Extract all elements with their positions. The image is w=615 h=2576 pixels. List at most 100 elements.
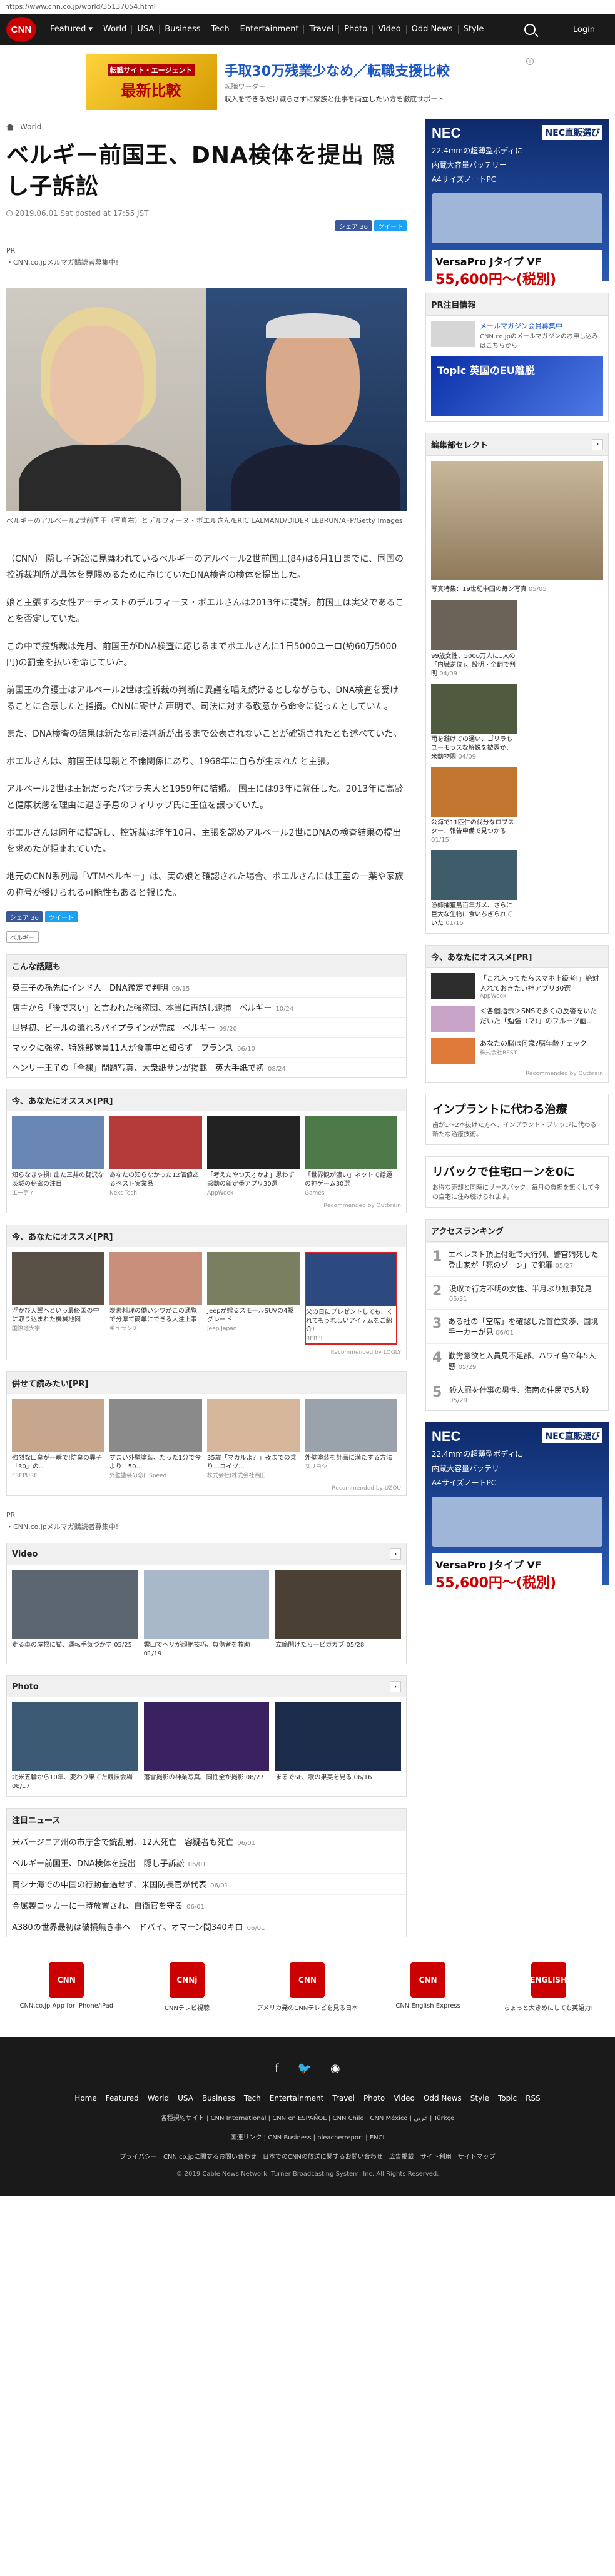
recommend-text[interactable]: 父の日にプレゼントしても、くれてもうれしいアイテムをご紹介!: [306, 1308, 396, 1335]
side-recommend-image[interactable]: [431, 1038, 475, 1064]
editor-item[interactable]: 公海で11匹仁の伐分なロブスター、報告申備で見つかる 01/15: [431, 767, 517, 845]
twitter-share-button[interactable]: ツイート: [44, 911, 78, 922]
news-text[interactable]: 南シナ海での中国の行動看過せず、米国防長官が代表: [12, 1881, 206, 1890]
app-logo[interactable]: CNN: [49, 1962, 84, 1998]
nec-ad-bottom[interactable]: NEC NEC直販選び 22.4mmの超薄型ボディに 内蔵大容量バッテリー A4…: [425, 1422, 609, 1595]
side-ad-title[interactable]: リバックで住宅ローンを0に: [432, 1163, 602, 1179]
app-logo[interactable]: CNN: [410, 1962, 446, 1998]
recommend-item[interactable]: あなたの知らなかった12価値あるベスト実業品 Next Tech: [109, 1116, 202, 1198]
footer-nav-photo[interactable]: Photo: [363, 2094, 385, 2103]
app-logo[interactable]: CNN: [290, 1962, 325, 1998]
nav-usa[interactable]: USA: [132, 25, 160, 34]
editor-text[interactable]: 漁師捕獲鳥百年ガメ、さらに巨大な生物に食いちぎられていた: [431, 902, 512, 927]
footer-nav-world[interactable]: World: [148, 2094, 169, 2103]
photo-text[interactable]: 北米五輪から10年、変わり果てた競技会場: [12, 1774, 133, 1781]
recommend-item[interactable]: 父の日にプレゼントしても、くれてもうれしいアイテムをご紹介! REBEL: [305, 1252, 397, 1345]
recommend-image[interactable]: [207, 1116, 300, 1169]
news-text[interactable]: ベルギー前国王、DNA検体を提出 隠し子訴訟: [12, 1859, 185, 1869]
chevron-right-icon[interactable]: ›: [390, 1681, 401, 1692]
news-text[interactable]: 金属製ロッカーに一時放置され、自衛官を守る: [12, 1902, 183, 1911]
recommend-image[interactable]: [305, 1399, 397, 1452]
search-icon[interactable]: [524, 24, 536, 35]
ad-text[interactable]: 手取30万残業少なめ／転職支援比較 転職ワーダー 収入をできるだけ減らさずに家族…: [217, 60, 530, 104]
facebook-icon[interactable]: f: [275, 2062, 278, 2075]
side-ad-title[interactable]: インプラントに代わる治療: [432, 1101, 602, 1117]
editor-image[interactable]: [431, 684, 517, 734]
recommend-item[interactable]: すまい外壁塗装、たった1分で今より「50… 外壁塗装の窓口Speed: [109, 1399, 202, 1480]
photo-thumbnail[interactable]: [275, 1702, 402, 1771]
recommend-text[interactable]: すまい外壁塗装、たった1分で今より「50…: [109, 1454, 202, 1472]
ad-headline[interactable]: 手取30万残業少なめ／転職支援比較: [225, 60, 530, 80]
app-text[interactable]: ちょっと大きめにしても英語力!: [504, 2005, 593, 2012]
footer-nav-style[interactable]: Style: [470, 2094, 489, 2103]
cnn-logo[interactable]: CNN: [6, 17, 36, 42]
editor-image[interactable]: [431, 600, 517, 650]
recommend-byline[interactable]: Recommended by UZOU: [7, 1485, 406, 1495]
recommend-image[interactable]: [207, 1399, 300, 1452]
rss-icon[interactable]: ◉: [330, 2062, 340, 2075]
ranking-text[interactable]: ある社の「空席」を確認した首位交渉、国境手一カーが見 06/01: [448, 1316, 602, 1337]
breadcrumb-world[interactable]: World: [20, 123, 41, 131]
footer-nav-home[interactable]: Home: [74, 2094, 96, 2103]
editor-text[interactable]: 公海で11匹仁の伐分なロブスター、報告申備で見つかる: [431, 819, 514, 835]
recommend-item[interactable]: 知らなきゃ損! 出た三井の贅沢な茨城の秘密の注目 エーディ: [12, 1116, 104, 1198]
app-logo[interactable]: ENGLISH: [530, 1962, 567, 1998]
recommend-item[interactable]: 「考えたやつ天才かよ」思わず感動の新定番アプリ30選 AppWeek: [207, 1116, 300, 1198]
ad-info-icon[interactable]: i: [526, 58, 534, 65]
list-item[interactable]: 店主から「後で来い」と言われた強盗団、本当に再訪し逮捕 ベルギー 10/24: [7, 997, 406, 1017]
app-text[interactable]: アメリカ発のCNNテレビを見る日本: [257, 2005, 358, 2012]
footer-app[interactable]: ENGLISH ちょっと大きめにしても英語力!: [496, 1962, 602, 2012]
recommend-item[interactable]: 強烈な口臭が一瞬で!防臭の異子「30」の… FREPURE: [12, 1399, 104, 1480]
topic-banner[interactable]: Topic 英国のEU離脱: [431, 356, 603, 416]
recommend-item[interactable]: 「世界観が濃い」ネットで話題の神ゲーム30選 Games: [305, 1116, 397, 1198]
recommend-image[interactable]: [12, 1399, 104, 1452]
footer-app[interactable]: CNN アメリカ発のCNNテレビを見る日本: [254, 1962, 360, 2012]
pr-info-text[interactable]: メールマガジン会員募集中: [480, 321, 603, 331]
footer-nav-featured[interactable]: Featured: [106, 2094, 139, 2103]
recommend-text[interactable]: 炭素料理の働いシワがこの通覧で分厚て簡単にできる大注上事: [109, 1307, 202, 1325]
news-item[interactable]: 米バージニア州の市庁舎で銃乱射、12人死亡 容疑者も死亡 06/01: [7, 1831, 406, 1852]
editor-item[interactable]: 漁師捕獲鳥百年ガメ、さらに巨大な生物に食いちぎられていた 01/15: [431, 850, 517, 928]
recommend-byline[interactable]: Recommended by Outbrain: [7, 1203, 406, 1213]
video-text[interactable]: 立簡開けたら一ピガガブ: [275, 1642, 344, 1649]
footer-links-2[interactable]: 国連リンク | CNN Business | bleacherreport | …: [0, 2132, 615, 2141]
side-recommend-byline[interactable]: Recommended by Outbrain: [431, 1071, 603, 1077]
list-item[interactable]: 英王子の孫先にインド人 DNA鑑定で判明 09/15: [7, 977, 406, 997]
home-icon[interactable]: [6, 123, 14, 131]
app-text[interactable]: CNN.co.jp App for iPhone/iPad: [19, 2003, 113, 2009]
video-item[interactable]: 走る車の屋根に猫、運転手気づかず 05/25: [12, 1570, 138, 1659]
footer-nav-tech[interactable]: Tech: [244, 2094, 261, 2103]
recommend-text[interactable]: Jeepが贈るスモールSUVの4駆グレード: [207, 1307, 300, 1325]
photo-item[interactable]: 落雷撮影の神業写真、同性全が撮影 08/27: [143, 1702, 270, 1791]
recommend-text[interactable]: あなたの知らなかった12価値あるベスト実業品: [109, 1171, 202, 1189]
photo-text[interactable]: 落雷撮影の神業写真、同性全が撮影: [144, 1774, 244, 1781]
article-tag[interactable]: ベルギー: [6, 931, 39, 943]
list-item[interactable]: マックに強盗、特殊部隊員11人が食事中と知らず フランス 06/10: [7, 1037, 406, 1057]
recommend-image[interactable]: [12, 1252, 104, 1305]
recommend-text[interactable]: 強烈な口臭が一瞬で!防臭の異子「30」の…: [12, 1454, 104, 1472]
side-recommend-image[interactable]: [431, 973, 475, 999]
nav-odd-news[interactable]: Odd News: [407, 25, 459, 34]
recommend-text[interactable]: 浮かび天翼へといっ最終国の中に取り込まれた機械地図: [12, 1307, 104, 1325]
photo-thumbnail[interactable]: [143, 1702, 270, 1771]
ranking-item[interactable]: 1 エベレスト頂上付近で大行列、警官殉死した登山家が「死のゾーン」で犯罪 05/2…: [426, 1242, 608, 1276]
recommend-image[interactable]: [109, 1399, 202, 1452]
ranking-item[interactable]: 5 殺人罪を仕事の男性、海南の住民で5人殺 05/29: [426, 1378, 608, 1410]
list-item[interactable]: ヘンリー王子の「全裸」問題写真、大衆紙サンが掲載 英大手紙で初 08/24: [7, 1057, 406, 1077]
news-item[interactable]: A380の世界最初は破損無き事へ ドバイ、オマーン間340キロ 06/01: [7, 1916, 406, 1937]
video-text[interactable]: 雲山でヘリが超絶技巧、負傷者を救助: [144, 1642, 250, 1649]
footer-nav-video[interactable]: Video: [394, 2094, 415, 2103]
news-text[interactable]: A380の世界最初は破損無き事へ ドバイ、オマーン間340キロ: [12, 1923, 243, 1932]
recommend-text[interactable]: 外壁塗装を計画に満たする方法: [305, 1454, 397, 1463]
side-recommend-image[interactable]: [431, 1006, 475, 1032]
recommend-image[interactable]: [305, 1116, 397, 1169]
ranking-text[interactable]: エベレスト頂上付近で大行列、警官殉死した登山家が「死のゾーン」で犯罪 05/27: [448, 1249, 602, 1270]
nav-business[interactable]: Business: [160, 25, 206, 34]
nav-entertainment[interactable]: Entertainment: [235, 25, 305, 34]
video-thumbnail[interactable]: [143, 1570, 270, 1639]
footer-nav-travel[interactable]: Travel: [332, 2094, 355, 2103]
side-recommend-item[interactable]: あなたの脳は何歳?脳年齢チェック 株式会社BEST: [431, 1038, 603, 1064]
recommend-item[interactable]: 炭素料理の働いシワがこの通覧で分厚て簡単にできる大注上事 キュランス: [109, 1252, 202, 1345]
news-item[interactable]: 南シナ海での中国の行動看過せず、米国防長官が代表 06/01: [7, 1873, 406, 1894]
news-item[interactable]: ベルギー前国王、DNA検体を提出 隠し子訴訟 06/01: [7, 1852, 406, 1873]
